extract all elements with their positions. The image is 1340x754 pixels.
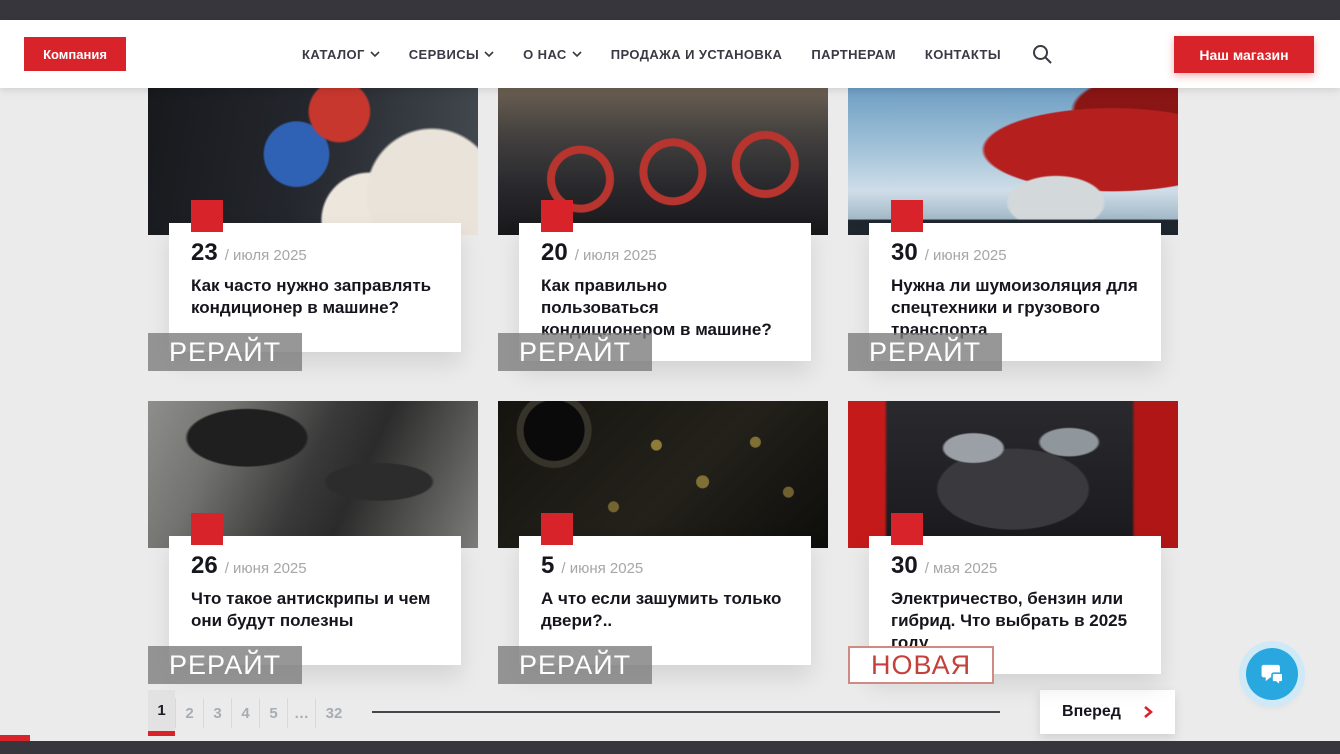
page-32[interactable]: 32 <box>316 690 352 736</box>
article-card[interactable]: 30 / июня 2025 Нужна ли шумоизоляция для… <box>848 88 1178 361</box>
article-title[interactable]: А что если зашумить только двери?.. <box>541 588 789 632</box>
page-ellipsis: … <box>288 690 315 736</box>
page-5[interactable]: 5 <box>260 690 287 736</box>
red-square-badge <box>891 513 923 545</box>
article-title[interactable]: Нужна ли шумоизоляция для спецтехники и … <box>891 275 1139 341</box>
article-card[interactable]: 5 / июня 2025 А что если зашумить только… <box>498 401 828 674</box>
search-icon <box>1031 43 1053 65</box>
rewrite-tag: РЕРАЙТ <box>498 333 652 371</box>
search-button[interactable] <box>1031 43 1053 65</box>
date-day: 26 <box>191 552 218 580</box>
next-page-button[interactable]: Вперед <box>1040 690 1175 734</box>
red-square-badge <box>891 200 923 232</box>
nav-item-contacts[interactable]: КОНТАКТЫ <box>925 47 1001 62</box>
date-month-year: / июля 2025 <box>225 247 307 264</box>
company-button[interactable]: Компания <box>24 37 126 71</box>
footer-bar <box>0 741 1340 754</box>
rewrite-tag: РЕРАЙТ <box>848 333 1002 371</box>
date-day: 20 <box>541 239 568 267</box>
article-date: 5 / июня 2025 <box>541 552 789 580</box>
page-1[interactable]: 1 <box>148 690 175 736</box>
date-day: 5 <box>541 552 554 580</box>
next-page-label: Вперед <box>1062 703 1121 721</box>
article-card[interactable]: 20 / июля 2025 Как правильно пользоватьс… <box>498 88 828 361</box>
page-4[interactable]: 4 <box>232 690 259 736</box>
rewrite-tag: РЕРАЙТ <box>148 646 302 684</box>
rewrite-tag: РЕРАЙТ <box>498 646 652 684</box>
nav-item-label: О НАС <box>523 47 567 62</box>
nav-item-sales-install[interactable]: ПРОДАЖА И УСТАНОВКА <box>611 47 783 62</box>
chat-bubbles-icon <box>1257 659 1287 689</box>
articles-grid: 23 / июля 2025 Как часто нужно заправлят… <box>148 88 1178 674</box>
article-date: 20 / июля 2025 <box>541 239 789 267</box>
article-date: 26 / июня 2025 <box>191 552 439 580</box>
date-day: 30 <box>891 552 918 580</box>
date-month-year: / июля 2025 <box>575 247 657 264</box>
red-square-badge <box>191 200 223 232</box>
article-card[interactable]: 30 / мая 2025 Электричество, бензин или … <box>848 401 1178 674</box>
rewrite-tag: РЕРАЙТ <box>148 333 302 371</box>
chat-widget-button[interactable] <box>1246 648 1298 700</box>
nav-item-label: КАТАЛОГ <box>302 47 365 62</box>
nav-item-label: СЕРВИСЫ <box>409 47 479 62</box>
chevron-down-icon <box>572 51 582 57</box>
chevron-down-icon <box>370 51 380 57</box>
date-month-year: / июня 2025 <box>561 560 643 577</box>
date-day: 30 <box>891 239 918 267</box>
main-nav: КАТАЛОГ СЕРВИСЫ О НАС ПРОДАЖА И УСТАНОВК… <box>302 47 1001 62</box>
article-date: 23 / июля 2025 <box>191 239 439 267</box>
nav-item-label: ПРОДАЖА И УСТАНОВКА <box>611 47 783 62</box>
pagination: 1 2 3 4 5 … 32 <box>148 690 352 736</box>
page-3[interactable]: 3 <box>204 690 231 736</box>
nav-item-about[interactable]: О НАС <box>523 47 582 62</box>
article-title[interactable]: Электричество, бензин или гибрид. Что вы… <box>891 588 1139 654</box>
chevron-right-icon <box>1143 705 1153 719</box>
page-2[interactable]: 2 <box>176 690 203 736</box>
new-tag: НОВАЯ <box>848 646 994 684</box>
nav-item-label: ПАРТНЕРАМ <box>811 47 896 62</box>
date-month-year: / июня 2025 <box>225 560 307 577</box>
shop-button[interactable]: Наш магазин <box>1174 36 1314 73</box>
date-month-year: / июня 2025 <box>925 247 1007 264</box>
red-square-badge <box>541 513 573 545</box>
article-date: 30 / июня 2025 <box>891 239 1139 267</box>
nav-item-label: КОНТАКТЫ <box>925 47 1001 62</box>
chevron-down-icon <box>484 51 494 57</box>
pagination-divider-line <box>372 711 1000 713</box>
article-title[interactable]: Как правильно пользоваться кондиционером… <box>541 275 789 341</box>
red-square-badge <box>191 513 223 545</box>
article-title[interactable]: Что такое антискрипы и чем они будут пол… <box>191 588 439 632</box>
nav-item-services[interactable]: СЕРВИСЫ <box>409 47 494 62</box>
nav-item-catalog[interactable]: КАТАЛОГ <box>302 47 380 62</box>
date-month-year: / мая 2025 <box>925 560 998 577</box>
nav-item-partners[interactable]: ПАРТНЕРАМ <box>811 47 896 62</box>
top-bar <box>0 0 1340 20</box>
article-card[interactable]: 26 / июня 2025 Что такое антискрипы и че… <box>148 401 478 674</box>
red-square-badge <box>541 200 573 232</box>
article-card[interactable]: 23 / июля 2025 Как часто нужно заправлят… <box>148 88 478 361</box>
header: Компания КАТАЛОГ СЕРВИСЫ О НАС ПРОДАЖА И… <box>0 20 1340 88</box>
article-title[interactable]: Как часто нужно заправлять кондиционер в… <box>191 275 439 319</box>
article-date: 30 / мая 2025 <box>891 552 1139 580</box>
date-day: 23 <box>191 239 218 267</box>
